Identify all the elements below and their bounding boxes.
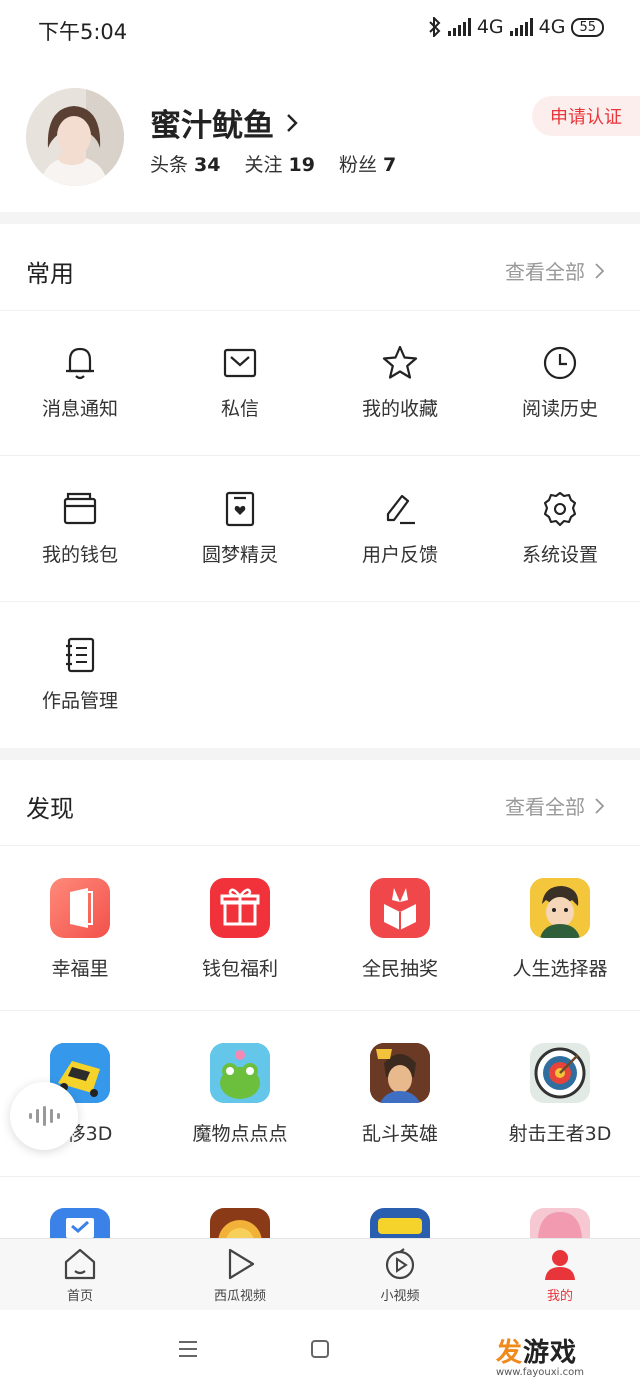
target-app-icon bbox=[530, 1043, 590, 1103]
grid-item-favorites[interactable]: 我的收藏 bbox=[320, 344, 480, 421]
network-type-1: 4G bbox=[476, 16, 504, 38]
system-navigation-bar: 发游戏 www.fayouxi.com bbox=[0, 1310, 640, 1387]
common-see-all-link[interactable]: 查看全部 bbox=[505, 256, 604, 285]
separator bbox=[0, 601, 640, 602]
app-shooting-king-3d[interactable]: 射击王者3D bbox=[480, 1043, 640, 1146]
pencil-icon bbox=[386, 494, 415, 525]
stat-followers[interactable]: 粉丝 7 bbox=[339, 150, 396, 177]
status-bar: 下午5:04 4G 4G 55 bbox=[0, 0, 640, 60]
separator bbox=[0, 845, 640, 846]
profile-header[interactable]: 蜜汁鱿鱼 头条 34 关注 19 粉丝 7 申请认证 bbox=[0, 80, 640, 210]
separator bbox=[0, 1010, 640, 1011]
tab-short-video[interactable]: 小视频 bbox=[320, 1239, 480, 1310]
profile-stats: 头条 34 关注 19 粉丝 7 bbox=[150, 150, 396, 177]
envelope-icon bbox=[223, 348, 257, 378]
short-video-icon bbox=[385, 1248, 415, 1280]
star-icon bbox=[382, 345, 418, 379]
avatar[interactable] bbox=[26, 88, 124, 186]
home-icon bbox=[64, 1248, 96, 1280]
grid-item-messages[interactable]: 私信 bbox=[160, 344, 320, 421]
status-indicators: 4G 4G 55 bbox=[428, 16, 604, 38]
grid-item-reading-history[interactable]: 阅读历史 bbox=[480, 344, 640, 421]
voice-wave-icon bbox=[29, 1106, 60, 1126]
bluetooth-icon bbox=[429, 17, 441, 37]
app-lottery[interactable]: 全民抽奖 bbox=[320, 878, 480, 981]
network-type-2: 4G bbox=[538, 16, 566, 38]
grid-item-dream-elf[interactable]: 圆梦精灵 bbox=[160, 490, 320, 567]
app-monster-clicker[interactable]: 魔物点点点 bbox=[160, 1043, 320, 1146]
separator bbox=[0, 310, 640, 311]
app-wallet-benefits[interactable]: 钱包福利 bbox=[160, 878, 320, 981]
stat-following[interactable]: 关注 19 bbox=[244, 150, 314, 177]
grid-item-notifications[interactable]: 消息通知 bbox=[0, 344, 160, 421]
heart-box-icon bbox=[225, 491, 255, 527]
signal-icon bbox=[447, 18, 471, 36]
grid-item-settings[interactable]: 系统设置 bbox=[480, 490, 640, 567]
voice-assistant-button[interactable] bbox=[10, 1082, 78, 1150]
discover-see-all-link[interactable]: 查看全部 bbox=[505, 791, 604, 820]
separator bbox=[0, 1176, 640, 1177]
signal-icon-2 bbox=[509, 18, 533, 36]
home-square-icon[interactable] bbox=[310, 1339, 330, 1359]
bottom-tab-bar: 首页 西瓜视频 小视频 我的 bbox=[0, 1238, 640, 1310]
wallet-icon bbox=[63, 492, 97, 525]
tab-home[interactable]: 首页 bbox=[0, 1239, 160, 1310]
clock-icon bbox=[543, 346, 577, 380]
gift-app-icon bbox=[210, 878, 270, 938]
lottery-box-app-icon bbox=[370, 878, 430, 938]
frog-app-icon bbox=[210, 1043, 270, 1103]
divider bbox=[0, 212, 640, 224]
discover-section-title: 发现 bbox=[26, 795, 74, 823]
app-life-chooser[interactable]: 人生选择器 bbox=[480, 878, 640, 981]
menu-icon[interactable] bbox=[178, 1340, 198, 1358]
username[interactable]: 蜜汁鱿鱼 bbox=[150, 100, 298, 145]
chevron-right-icon bbox=[595, 797, 604, 814]
watermark-logo: 发游戏 www.fayouxi.com bbox=[495, 1338, 584, 1378]
tab-mine[interactable]: 我的 bbox=[480, 1239, 640, 1310]
tab-xigua-video[interactable]: 西瓜视频 bbox=[160, 1239, 320, 1310]
common-section-title: 常用 bbox=[26, 260, 74, 288]
grid-item-feedback[interactable]: 用户反馈 bbox=[320, 490, 480, 567]
app-brawl-heroes[interactable]: 乱斗英雄 bbox=[320, 1043, 480, 1146]
bell-icon bbox=[66, 347, 94, 380]
play-icon bbox=[228, 1248, 255, 1280]
app-xingfuli[interactable]: 幸福里 bbox=[0, 878, 160, 981]
separator bbox=[0, 455, 640, 456]
apply-verification-button[interactable]: 申请认证 bbox=[532, 96, 640, 136]
gear-icon bbox=[543, 491, 577, 527]
door-app-icon bbox=[50, 878, 110, 938]
person-icon bbox=[545, 1250, 575, 1280]
divider bbox=[0, 748, 640, 760]
notebook-icon bbox=[66, 637, 95, 673]
battery-icon: 55 bbox=[571, 17, 604, 37]
cartoon-boy-app-icon bbox=[530, 878, 590, 938]
chevron-right-icon bbox=[595, 262, 604, 279]
grid-item-works-management[interactable]: 作品管理 bbox=[0, 636, 160, 713]
chevron-right-icon bbox=[287, 113, 298, 132]
hero-app-icon bbox=[370, 1043, 430, 1103]
grid-item-wallet[interactable]: 我的钱包 bbox=[0, 490, 160, 567]
stat-headlines[interactable]: 头条 34 bbox=[150, 150, 220, 177]
status-time: 下午5:04 bbox=[38, 20, 128, 44]
